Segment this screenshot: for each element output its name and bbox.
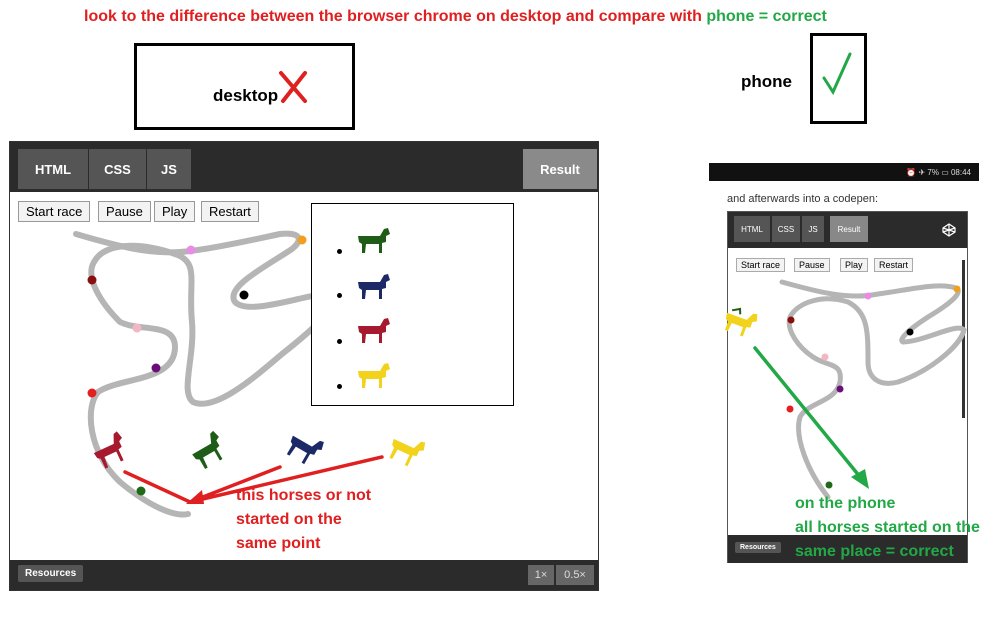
phone-annotation-line2: all horses started on the bbox=[795, 519, 980, 536]
zoom-half-button[interactable]: 0.5× bbox=[556, 565, 594, 585]
phone-annotation-line1: on the phone bbox=[795, 495, 896, 512]
phone-annotation-line3: same place = correct bbox=[795, 543, 954, 560]
phone-annotation: on the phone all horses started on the s… bbox=[795, 492, 980, 564]
desktop-label: desktop bbox=[213, 86, 279, 105]
desktop-annotation-line1: this horses or not bbox=[236, 487, 372, 504]
desktop-codepen: HTML CSS JS Result Start race Pause Play… bbox=[9, 141, 599, 591]
desktop-annotation: this horses or not started on the same p… bbox=[236, 484, 371, 556]
heading-ok-text: phone = correct bbox=[706, 8, 827, 25]
instruction-heading: look to the difference between the brows… bbox=[0, 8, 1007, 26]
check-icon bbox=[822, 52, 852, 96]
zoom-1x-button[interactable]: 1× bbox=[528, 565, 554, 585]
heading-text: look to the difference between the brows… bbox=[84, 8, 702, 25]
resources-button[interactable]: Resources bbox=[18, 565, 84, 582]
desktop-annotation-line3: same point bbox=[236, 535, 321, 552]
phone-label: phone bbox=[741, 72, 792, 91]
pen-footer bbox=[10, 560, 598, 590]
desktop-annotation-line2: started on the bbox=[236, 511, 342, 528]
cross-icon bbox=[279, 71, 307, 103]
